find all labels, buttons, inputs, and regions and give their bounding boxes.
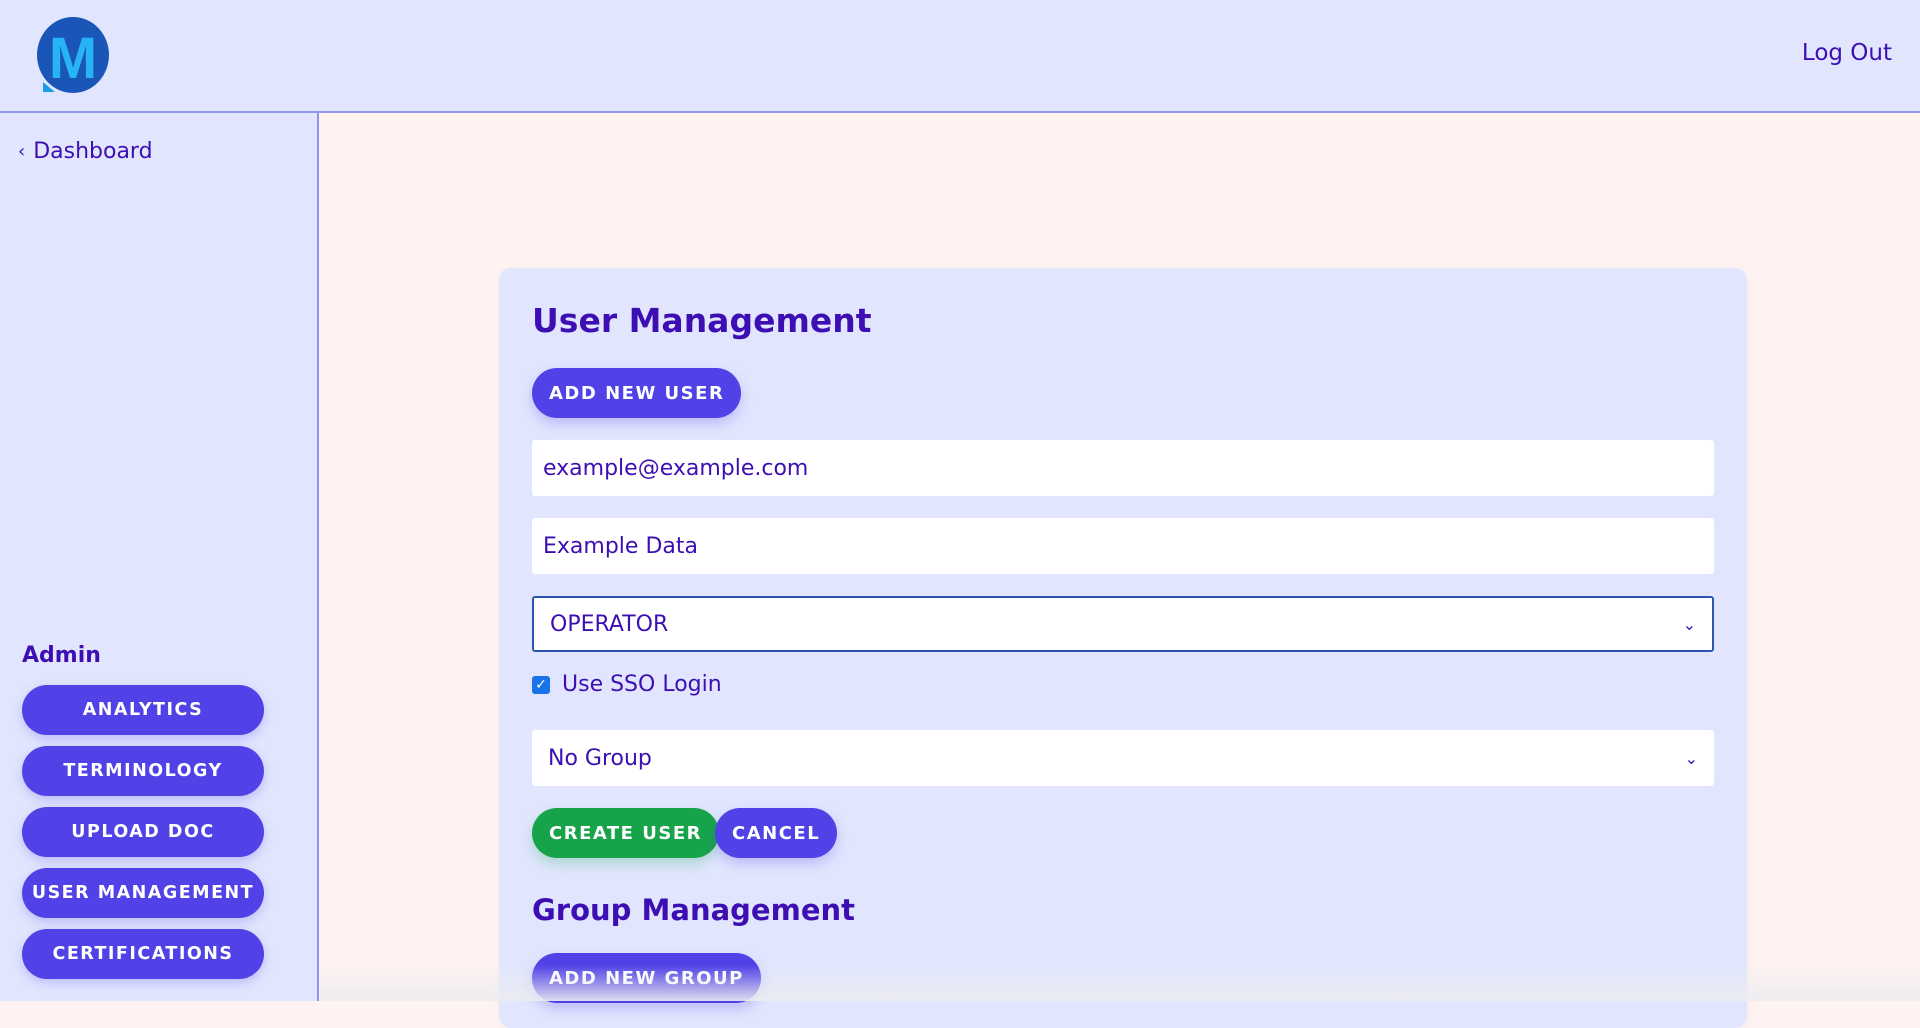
sidebar: ‹ Dashboard Admin ANALYTICS TERMINOLOGY … [0,113,319,1001]
terminology-button[interactable]: TERMINOLOGY [22,746,264,796]
analytics-button[interactable]: ANALYTICS [22,685,264,735]
create-user-button[interactable]: CREATE USER [532,808,719,858]
sso-label: Use SSO Login [562,672,722,697]
upload-doc-button[interactable]: UPLOAD DOC [22,807,264,857]
role-select[interactable]: OPERATOR ⌄ [532,596,1714,652]
certifications-button[interactable]: CERTIFICATIONS [22,929,264,979]
chevron-left-icon: ‹ [18,140,26,162]
chevron-down-icon: ⌄ [1682,614,1696,634]
sso-checkbox[interactable]: ✓ [532,675,550,694]
user-management-title: User Management [532,301,872,340]
email-field[interactable] [532,440,1714,496]
logo-letter: M [49,26,97,91]
dashboard-link-label: Dashboard [33,139,153,164]
group-select-value: No Group [548,745,652,771]
user-management-card: User Management ADD NEW USER OPERATOR ⌄ … [499,268,1747,1028]
dashboard-back-link[interactable]: ‹ Dashboard [18,139,153,164]
group-management-title: Group Management [532,893,855,927]
app-logo-icon[interactable]: M [35,16,111,95]
role-select-value: OPERATOR [550,611,669,637]
chevron-down-icon: ⌄ [1684,748,1698,768]
sso-option: ✓ Use SSO Login [532,672,722,697]
add-new-group-button[interactable]: ADD NEW GROUP [532,953,761,1003]
add-new-user-button[interactable]: ADD NEW USER [532,368,742,418]
admin-section-title: Admin [22,643,101,668]
name-field[interactable] [532,518,1714,574]
user-management-button[interactable]: USER MANAGEMENT [22,868,264,918]
group-select[interactable]: No Group ⌄ [532,730,1714,786]
logout-link[interactable]: Log Out [1802,40,1892,66]
cancel-button[interactable]: CANCEL [715,808,838,858]
top-header: M Log Out [0,0,1920,113]
